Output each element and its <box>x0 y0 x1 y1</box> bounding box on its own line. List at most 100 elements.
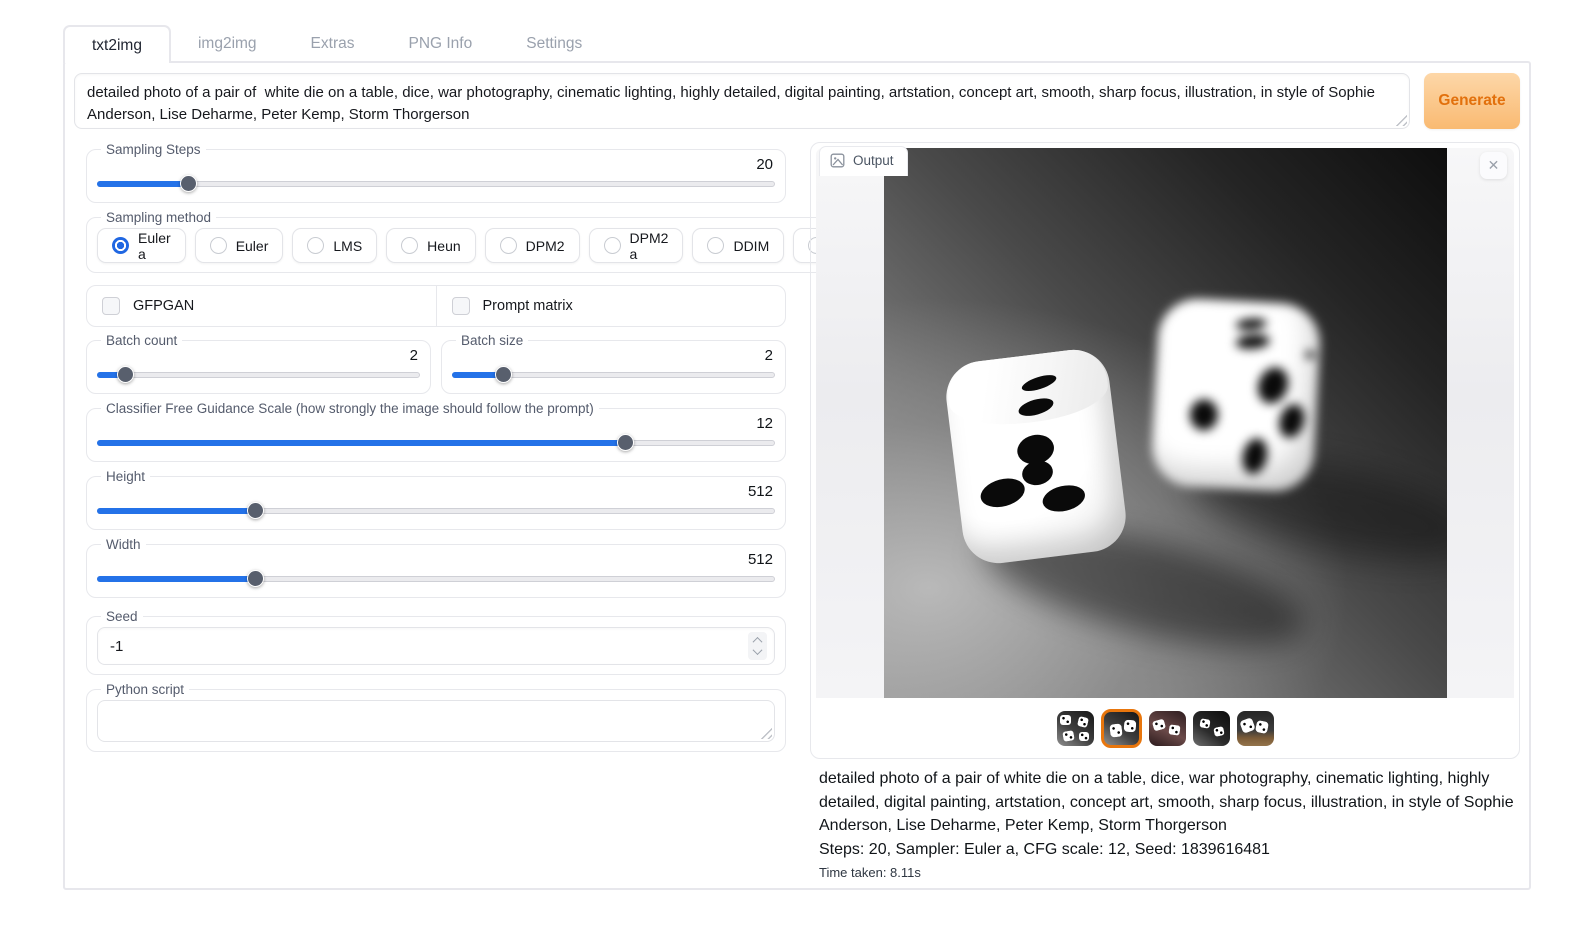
sampler-dpm2[interactable]: DPM2 <box>485 228 580 263</box>
thumbnail-4[interactable] <box>1193 711 1230 746</box>
radio-icon <box>604 237 621 254</box>
thumbnail-1[interactable] <box>1057 711 1094 746</box>
tab-extras[interactable]: Extras <box>284 25 382 63</box>
slider-handle[interactable] <box>247 570 264 587</box>
thumbnail-2-selected[interactable] <box>1101 709 1142 748</box>
slider-handle[interactable] <box>180 175 197 192</box>
output-tab[interactable]: Output <box>819 146 908 176</box>
sampling-method-group: Sampling method Euler a Euler LMS <box>86 210 898 273</box>
prompt-matrix-label: Prompt matrix <box>483 298 573 314</box>
gfpgan-label: GFPGAN <box>133 298 194 314</box>
tab-bar: txt2img img2img Extras PNG Info Settings <box>63 25 609 63</box>
prompt-row: detailed photo of a pair of white die on… <box>74 73 1520 129</box>
image-icon <box>830 153 845 168</box>
cfg-scale-slider[interactable] <box>97 434 775 452</box>
sampler-euler-a[interactable]: Euler a <box>97 228 186 263</box>
height-label: Height <box>101 469 150 484</box>
sampling-method-label: Sampling method <box>101 210 216 225</box>
sampler-lms[interactable]: LMS <box>292 228 377 263</box>
width-label: Width <box>101 537 146 552</box>
thumbnail-3[interactable] <box>1149 711 1186 746</box>
batch-count-label: Batch count <box>101 333 182 348</box>
sampling-steps-slider[interactable] <box>97 175 775 193</box>
close-button[interactable]: ✕ <box>1480 152 1507 179</box>
radio-label: Euler a <box>138 230 171 262</box>
batch-size-group: Batch size 2 <box>441 333 786 394</box>
batch-count-group: Batch count 2 <box>86 333 431 394</box>
slider-handle[interactable] <box>617 434 634 451</box>
batch-count-value: 2 <box>97 348 420 364</box>
radio-label: DDIM <box>733 238 769 254</box>
slider-track <box>97 372 420 378</box>
slider-fill <box>97 440 626 446</box>
batch-size-slider[interactable] <box>452 366 775 384</box>
options-row: GFPGAN Prompt matrix <box>86 285 786 327</box>
radio-icon <box>500 237 517 254</box>
cfg-scale-group: Classifier Free Guidance Scale (how stro… <box>86 401 786 462</box>
checkbox-icon[interactable] <box>452 297 470 315</box>
python-script-input[interactable] <box>97 700 775 742</box>
caption-params: Steps: 20, Sampler: Euler a, CFG scale: … <box>819 838 1519 862</box>
python-script-group: Python script <box>86 682 786 752</box>
caption-prompt: detailed photo of a pair of white die on… <box>819 767 1519 838</box>
width-group: Width 512 <box>86 537 786 598</box>
thumbnail-5[interactable] <box>1237 711 1274 746</box>
prompt-text: detailed photo of a pair of white die on… <box>87 82 1397 126</box>
thumbnail-strip <box>816 698 1514 758</box>
slider-handle[interactable] <box>247 502 264 519</box>
output-image[interactable] <box>884 148 1447 698</box>
radio-label: DPM2 a <box>630 230 669 262</box>
batch-count-slider[interactable] <box>97 366 420 384</box>
generate-button[interactable]: Generate <box>1424 73 1520 129</box>
sampler-euler[interactable]: Euler <box>195 228 284 263</box>
tab-txt2img[interactable]: txt2img <box>63 25 171 63</box>
txt2img-panel: detailed photo of a pair of white die on… <box>63 61 1531 890</box>
width-slider[interactable] <box>97 570 775 588</box>
sampler-ddim[interactable]: DDIM <box>692 228 784 263</box>
slider-fill <box>97 508 256 514</box>
seed-input[interactable]: -1 <box>97 627 775 665</box>
generation-info: detailed photo of a pair of white die on… <box>810 767 1520 880</box>
radio-icon <box>401 237 418 254</box>
die-right <box>1150 297 1322 493</box>
radio-label: Euler <box>236 238 269 254</box>
checkbox-icon[interactable] <box>102 297 120 315</box>
tab-settings[interactable]: Settings <box>499 25 609 63</box>
batch-size-value: 2 <box>452 348 775 364</box>
tab-img2img[interactable]: img2img <box>171 25 284 63</box>
height-slider[interactable] <box>97 502 775 520</box>
output-tab-label: Output <box>853 153 894 168</box>
cfg-scale-label: Classifier Free Guidance Scale (how stro… <box>101 401 599 416</box>
seed-label: Seed <box>101 609 143 624</box>
batch-size-label: Batch size <box>456 333 528 348</box>
sampling-steps-label: Sampling Steps <box>101 142 206 157</box>
resize-handle-icon[interactable] <box>760 727 772 739</box>
die-left <box>942 346 1130 567</box>
gfpgan-checkbox[interactable]: GFPGAN <box>87 286 436 326</box>
cfg-scale-value: 12 <box>97 416 775 432</box>
height-group: Height 512 <box>86 469 786 530</box>
slider-handle[interactable] <box>495 366 512 383</box>
prompt-input[interactable]: detailed photo of a pair of white die on… <box>74 73 1410 129</box>
caption-time-taken: Time taken: 8.11s <box>819 865 1520 880</box>
radio-label: LMS <box>333 238 362 254</box>
width-value: 512 <box>97 552 775 568</box>
number-spinner[interactable] <box>748 632 767 660</box>
radio-icon <box>210 237 227 254</box>
sampling-steps-value: 20 <box>97 157 775 173</box>
output-panel: Output ✕ <box>810 142 1520 759</box>
slider-fill <box>97 576 256 582</box>
sampling-steps-group: Sampling Steps 20 <box>86 142 786 203</box>
chevron-down-icon[interactable] <box>753 645 763 655</box>
sampler-dpm2-a[interactable]: DPM2 a <box>589 228 684 263</box>
seed-value: -1 <box>110 638 123 655</box>
radio-checked-icon <box>112 237 129 254</box>
radio-label: DPM2 <box>526 238 565 254</box>
prompt-matrix-checkbox[interactable]: Prompt matrix <box>436 286 786 326</box>
slider-handle[interactable] <box>117 366 134 383</box>
slider-fill <box>97 181 189 187</box>
settings-column: Sampling Steps 20 Sampling method Euler … <box>74 142 786 880</box>
image-viewer <box>816 148 1514 698</box>
sampler-heun[interactable]: Heun <box>386 228 475 263</box>
tab-png-info[interactable]: PNG Info <box>381 25 499 63</box>
